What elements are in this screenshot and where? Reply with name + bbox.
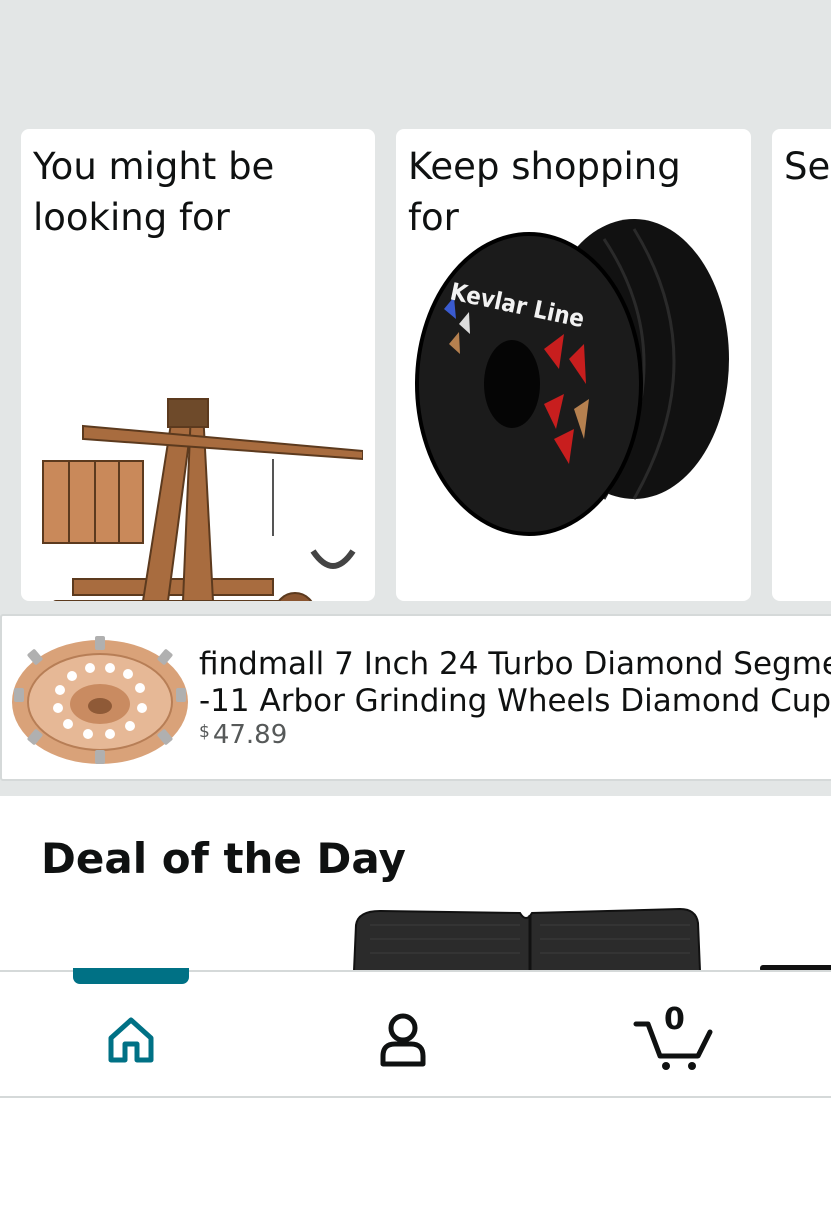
product-strip[interactable]: findmall 7 Inch 24 Turbo Diamond Segme -… xyxy=(0,614,831,781)
price-value: 47.89 xyxy=(212,720,288,750)
nav-account[interactable] xyxy=(358,1000,448,1080)
active-tab-indicator xyxy=(73,968,189,984)
amazon-home-page: You might be looking for Keep shopping f… xyxy=(0,0,831,1222)
product-price: $47.89 xyxy=(199,720,287,750)
kevlar-spool-image: Kevlar Line xyxy=(415,219,729,536)
product-title-line2: -11 Arbor Grinding Wheels Diamond Cup xyxy=(199,683,831,719)
card-you-might-be-looking-for[interactable]: You might be looking for xyxy=(21,129,375,601)
card-title: You might be looking for xyxy=(33,145,275,239)
product-title[interactable]: findmall 7 Inch 24 Turbo Diamond Segme -… xyxy=(199,646,831,720)
cart-count-badge: 0 xyxy=(664,1002,685,1037)
grinding-wheel-image xyxy=(12,636,188,764)
card-title: Sel xyxy=(784,145,831,188)
nav-cart[interactable]: 0 xyxy=(628,1000,718,1080)
nav-home[interactable] xyxy=(86,1000,176,1080)
trebuchet-image xyxy=(42,398,363,601)
price-currency: $ xyxy=(199,722,210,742)
person-icon xyxy=(380,1013,426,1067)
deal-of-the-day-title: Deal of the Day xyxy=(41,834,406,883)
product-title-line1: findmall 7 Inch 24 Turbo Diamond Segme xyxy=(199,646,831,682)
card-partial[interactable]: Sel xyxy=(772,129,831,601)
deal-product-image[interactable] xyxy=(350,905,702,971)
bottom-navigation: 0 xyxy=(0,968,831,1098)
home-icon xyxy=(108,1017,154,1063)
card-keep-shopping-for[interactable]: Keep shopping for Kevlar Line xyxy=(396,129,751,601)
